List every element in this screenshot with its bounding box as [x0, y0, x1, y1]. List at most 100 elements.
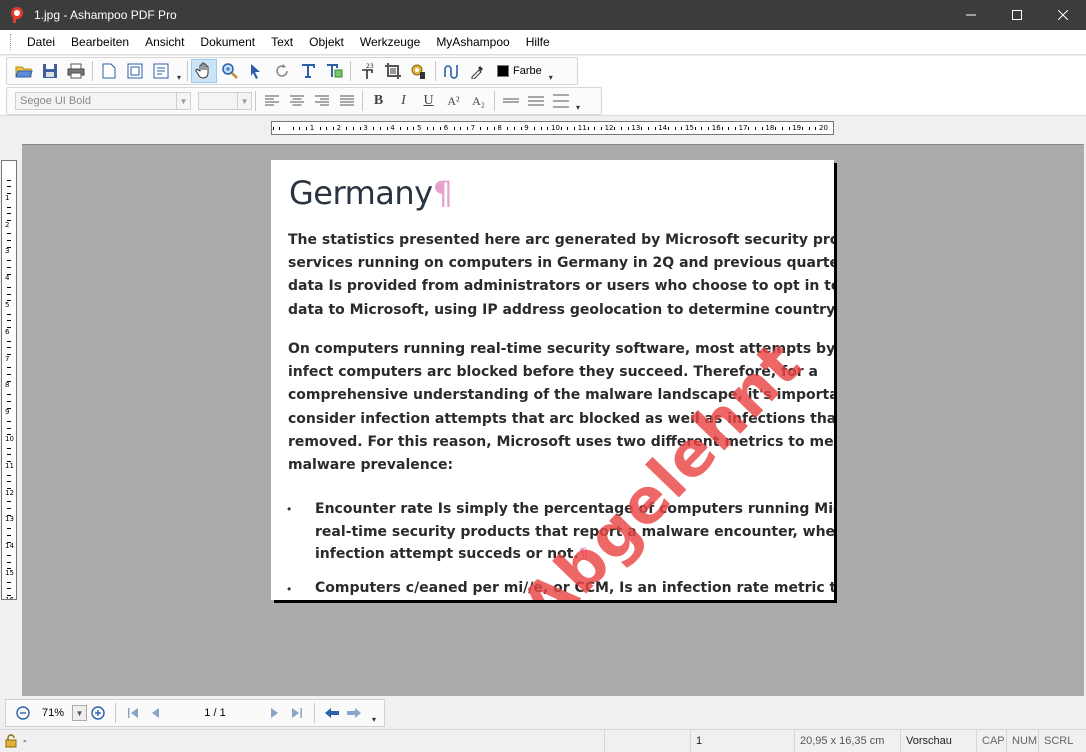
zoom-tool-icon[interactable]	[217, 59, 243, 83]
ruler-tick	[7, 528, 11, 530]
bullet-ccm[interactable]: Computers c/eaned per mi//e, or CCM, Is …	[315, 577, 834, 600]
text-line: malware prevalence:	[288, 457, 454, 474]
align-center-icon[interactable]	[284, 89, 309, 113]
chevron-down-icon[interactable]: ▾	[369, 715, 379, 724]
menu-dokument[interactable]: Dokument	[192, 35, 263, 49]
open-folder-icon[interactable]	[11, 59, 37, 83]
ruler-tick	[674, 127, 676, 130]
ruler-label: 16	[711, 124, 721, 132]
select-arrow-icon[interactable]	[243, 59, 269, 83]
bullet-encounter-rate[interactable]: Encounter rate Is simply the percentage …	[315, 498, 834, 566]
page-number-value: 1	[696, 735, 703, 747]
vertical-ruler: 1 2 3 4 5 6 7 8 9 10 11 12 13 14 15 16	[1, 160, 17, 600]
menu-objekt[interactable]: Objekt	[301, 35, 352, 49]
menu-werkzeuge[interactable]: Werkzeuge	[352, 35, 428, 49]
paragraph-intro[interactable]: The statistics presented here arc genera…	[288, 229, 834, 322]
ruler-tick	[7, 293, 11, 295]
ruler-tick	[7, 374, 11, 375]
ruler-tick	[574, 127, 576, 130]
font-size-select[interactable]: ▼	[198, 92, 252, 110]
color-picker-icon[interactable]	[465, 59, 491, 83]
pilcrow-mark: ¶	[578, 546, 588, 563]
stamp-tool-icon[interactable]	[406, 59, 432, 83]
bold-button[interactable]: B	[366, 89, 391, 113]
page-layout-icon[interactable]	[122, 59, 148, 83]
zoom-out-icon[interactable]	[12, 702, 34, 724]
text-tool-icon[interactable]	[295, 59, 321, 83]
zoom-dropdown-icon[interactable]: ▼	[72, 705, 87, 721]
previous-page-icon[interactable]	[144, 702, 166, 724]
page-options-icon[interactable]	[148, 59, 174, 83]
chevron-down-icon[interactable]: ▾	[546, 73, 556, 82]
chevron-down-icon[interactable]: ▾	[573, 103, 583, 112]
ruler-tick	[426, 127, 428, 130]
font-name-select[interactable]: Segoe UI Bold ▼	[15, 92, 191, 110]
paragraph-metrics[interactable]: On computers running real-time security …	[288, 338, 834, 477]
menu-text[interactable]: Text	[263, 35, 301, 49]
line-spacing-single-icon[interactable]	[498, 89, 523, 113]
zoom-level[interactable]: 71%	[34, 707, 72, 719]
ruler-tick	[7, 581, 11, 583]
hand-tool-icon[interactable]	[191, 59, 217, 83]
ruler-label: 3	[5, 247, 10, 256]
view-mode: Vorschau	[906, 735, 952, 747]
crop-icon[interactable]	[380, 59, 406, 83]
align-right-icon[interactable]	[309, 89, 334, 113]
ruler-label: 4	[5, 274, 10, 283]
ruler-tick	[7, 474, 11, 476]
menu-datei[interactable]: Datei	[19, 35, 63, 49]
italic-button[interactable]: I	[391, 89, 416, 113]
toolbar-separator	[314, 703, 315, 723]
scroll-lock-indicator: SCRL	[1044, 735, 1074, 747]
ruler-tick	[594, 127, 596, 130]
text-box-icon[interactable]	[321, 59, 347, 83]
ruler-tick	[466, 127, 468, 130]
ruler-tick	[540, 127, 542, 130]
save-icon[interactable]	[37, 59, 63, 83]
print-icon[interactable]	[63, 59, 89, 83]
document-page[interactable]: Germany¶ The statistics presented here a…	[271, 160, 834, 600]
next-page-icon[interactable]	[264, 702, 286, 724]
caps-lock-indicator: CAP	[982, 735, 1005, 747]
color-swatch[interactable]	[496, 64, 510, 78]
status-mode: Vorschau	[900, 730, 976, 752]
page-title[interactable]: Germany¶	[289, 174, 453, 212]
line-spacing-double-icon[interactable]	[548, 89, 573, 113]
chevron-down-icon[interactable]: ▼	[176, 93, 190, 109]
align-justify-icon[interactable]	[334, 89, 359, 113]
last-page-icon[interactable]	[286, 702, 308, 724]
menu-ansicht[interactable]: Ansicht	[137, 35, 192, 49]
line-spacing-medium-icon[interactable]	[523, 89, 548, 113]
numbering-icon[interactable]: 23	[354, 59, 380, 83]
superscript-button[interactable]: A²	[441, 89, 466, 113]
maximize-button[interactable]	[994, 0, 1040, 30]
text-line: services running on computers in Germany…	[288, 255, 834, 272]
forward-icon[interactable]	[343, 702, 365, 724]
rotate-icon[interactable]	[269, 59, 295, 83]
color-label[interactable]: Farbe	[513, 65, 542, 77]
ruler-label: 12	[5, 488, 14, 497]
status-dimensions: 20,95 x 16,35 cm	[794, 730, 900, 752]
ruler-tick	[694, 127, 696, 130]
ruler-tick	[507, 127, 509, 130]
ruler-label: 1	[309, 124, 315, 132]
ruler-tick	[728, 127, 730, 130]
text-line: comprehensive understanding of the malwa…	[288, 387, 834, 404]
new-page-icon[interactable]	[96, 59, 122, 83]
subscript-button[interactable]: A₂	[466, 89, 491, 113]
page-indicator[interactable]: 1 / 1	[166, 707, 264, 719]
align-left-icon[interactable]	[259, 89, 284, 113]
menu-hilfe[interactable]: Hilfe	[518, 35, 558, 49]
minimize-button[interactable]	[948, 0, 994, 30]
zoom-in-icon[interactable]	[87, 702, 109, 724]
underline-button[interactable]: U	[416, 89, 441, 113]
menu-bearbeiten[interactable]: Bearbeiten	[63, 35, 137, 49]
ruler-label: 3	[363, 124, 368, 132]
first-page-icon[interactable]	[122, 702, 144, 724]
chevron-down-icon[interactable]: ▼	[237, 93, 251, 109]
chevron-down-icon[interactable]: ▾	[174, 73, 184, 82]
freehand-line-icon[interactable]	[439, 59, 465, 83]
menu-myashampoo[interactable]: MyAshampoo	[428, 35, 517, 49]
back-icon[interactable]	[321, 702, 343, 724]
close-button[interactable]	[1040, 0, 1086, 30]
